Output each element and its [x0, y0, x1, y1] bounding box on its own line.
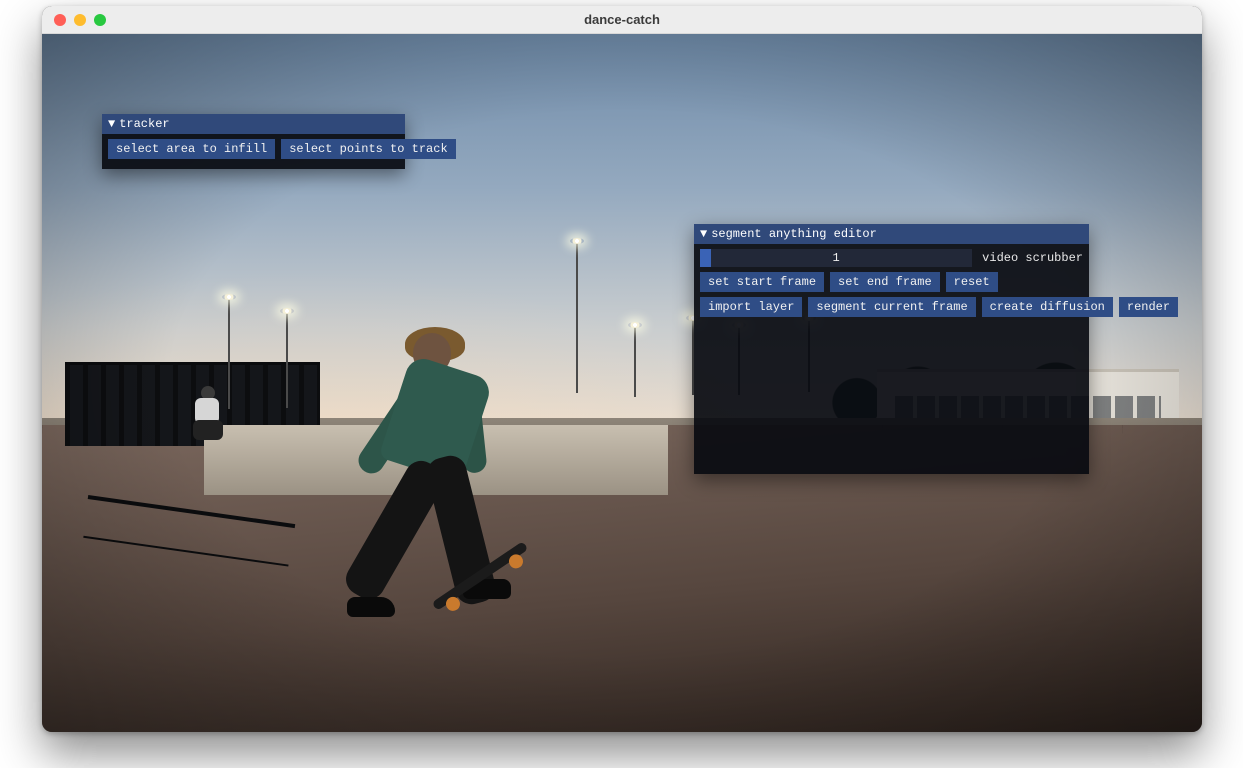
segment-current-frame-button[interactable]: segment current frame [808, 297, 975, 317]
video-scrubber-label: video scrubber [982, 251, 1083, 265]
tracker-panel[interactable]: ▼tracker select area to infill select po… [102, 114, 405, 169]
collapse-icon[interactable]: ▼ [700, 227, 707, 241]
select-area-to-infill-button[interactable]: select area to infill [108, 139, 275, 159]
segment-editor-title: segment anything editor [711, 227, 877, 241]
video-scrubber-slider[interactable]: 1 [700, 249, 972, 267]
segment-editor-panel[interactable]: ▼ segment anything editor 1 video scrubbe… [694, 224, 1089, 474]
collapse-icon[interactable]: ▼ [108, 117, 115, 131]
scene-bystander [187, 386, 227, 442]
app-window: dance-catch [42, 6, 1202, 732]
window-title: dance-catch [42, 12, 1202, 27]
segment-editor-header[interactable]: ▼ segment anything editor [694, 224, 1089, 244]
create-diffusion-button[interactable]: create diffusion [982, 297, 1113, 317]
light-pole [576, 243, 578, 393]
select-points-to-track-button[interactable]: select points to track [281, 139, 455, 159]
render-button[interactable]: render [1119, 297, 1178, 317]
video-viewport[interactable]: ▼ tracker select area to infill select po… [42, 34, 1202, 732]
scene-skater [355, 327, 515, 627]
video-scrubber-value: 1 [832, 251, 839, 265]
set-end-frame-button[interactable]: set end frame [830, 272, 940, 292]
reset-button[interactable]: reset [946, 272, 998, 292]
titlebar[interactable]: dance-catch [42, 6, 1202, 34]
tracker-panel-header[interactable]: ▼ tracker [102, 114, 405, 134]
light-pole [634, 327, 636, 397]
tracker-panel-title: tracker [119, 117, 169, 131]
light-pole [228, 299, 230, 409]
set-start-frame-button[interactable]: set start frame [700, 272, 824, 292]
light-pole [286, 313, 288, 408]
video-scrubber-fill [700, 249, 711, 267]
import-layer-button[interactable]: import layer [700, 297, 802, 317]
